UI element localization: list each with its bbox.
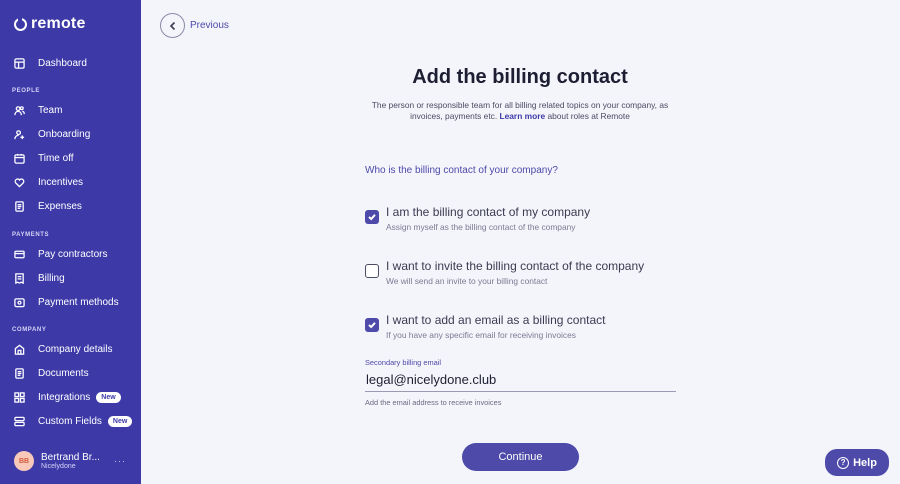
new-badge: New [96, 391, 121, 403]
card-icon [14, 249, 25, 260]
sidebar-item-label: Expenses [38, 200, 82, 212]
option-description: Assign myself as the billing contact of … [386, 222, 576, 232]
sidebar-item-label: Pay contractors [38, 248, 108, 260]
sidebar-item-expenses[interactable]: Expenses [0, 194, 141, 218]
remote-logo-icon [14, 16, 27, 31]
sidebar-item-time-off[interactable]: Time off [0, 146, 141, 170]
building-icon [14, 344, 25, 355]
check-icon [368, 322, 376, 329]
section-payments: PAYMENTS [12, 232, 50, 238]
sidebar-item-label: Time off [38, 152, 74, 164]
page-subtitle: The person or responsible team for all b… [363, 100, 677, 122]
logo-text: remote [31, 15, 86, 32]
heart-icon [14, 177, 25, 188]
sidebar-item-label: Company details [38, 343, 113, 355]
continue-button[interactable]: Continue [462, 443, 579, 471]
section-people: PEOPLE [12, 88, 40, 94]
sidebar-item-documents[interactable]: Documents [0, 361, 141, 385]
sidebar-item-label: Custom Fields [38, 415, 102, 427]
sidebar-item-label: Billing [38, 272, 65, 284]
document-icon [14, 200, 25, 212]
grid-icon [14, 391, 25, 403]
option-label: I want to add an email as a billing cont… [386, 313, 606, 327]
onboarding-icon [14, 129, 25, 140]
sidebar-item-label: Documents [38, 367, 89, 379]
secondary-email-label: Secondary billing email [365, 358, 441, 367]
user-profile[interactable]: BB Bertrand Br... Nicelydone ··· [0, 443, 141, 479]
profile-name: Bertrand Br... [41, 452, 100, 463]
sidebar-item-label: Integrations [38, 391, 91, 403]
page-title: Add the billing contact [412, 66, 628, 88]
previous-button[interactable] [160, 13, 185, 38]
calendar-icon [14, 153, 25, 164]
receipt-icon [14, 272, 25, 284]
fields-icon [14, 416, 25, 427]
help-button[interactable]: ? Help [825, 449, 889, 476]
sidebar-item-incentives[interactable]: Incentives [0, 170, 141, 194]
chevron-left-icon [169, 21, 175, 30]
sidebar-item-pay-contractors[interactable]: Pay contractors [0, 242, 141, 266]
sidebar-item-label: Dashboard [38, 57, 87, 69]
sidebar-item-onboarding[interactable]: Onboarding [0, 122, 141, 146]
checkbox-email[interactable] [365, 318, 379, 332]
section-company: COMPANY [12, 327, 47, 333]
sidebar-item-label: Payment methods [38, 296, 119, 308]
option-description: If you have any specific email for recei… [386, 330, 576, 340]
checkbox-self[interactable] [365, 210, 379, 224]
previous-link[interactable]: Previous [190, 20, 229, 31]
sidebar-item-label: Team [38, 104, 63, 116]
sidebar-item-label: Incentives [38, 176, 84, 188]
sidebar-item-dashboard[interactable]: Dashboard [0, 51, 141, 75]
question-icon: ? [837, 456, 850, 469]
billing-contact-question: Who is the billing contact of your compa… [365, 165, 558, 176]
option-label: I am the billing contact of my company [386, 205, 591, 219]
wallet-icon [14, 297, 25, 308]
sidebar: remote Dashboard PEOPLE Team Onboarding … [0, 0, 141, 484]
help-label: Help [853, 456, 877, 469]
sidebar-item-billing[interactable]: Billing [0, 266, 141, 290]
learn-more-link[interactable]: Learn more [500, 111, 546, 121]
secondary-email-field[interactable] [365, 368, 676, 392]
remote-logo[interactable]: remote [14, 15, 86, 33]
option-description: We will send an invite to your billing c… [386, 276, 548, 286]
team-icon [14, 105, 25, 116]
more-options-icon[interactable]: ··· [114, 456, 126, 466]
check-icon [368, 214, 376, 221]
sidebar-item-integrations[interactable]: Integrations New [0, 385, 141, 409]
document-icon [14, 367, 25, 379]
sidebar-item-label: Onboarding [38, 128, 91, 140]
profile-company: Nicelydone [41, 463, 76, 470]
sidebar-item-custom-fields[interactable]: Custom Fields New [0, 409, 141, 433]
avatar: BB [14, 451, 34, 471]
new-badge: New [107, 415, 133, 427]
checkbox-invite[interactable] [365, 264, 379, 278]
dashboard-icon [14, 57, 25, 69]
option-label: I want to invite the billing contact of … [386, 259, 645, 273]
subtitle-text-after: about roles at Remote [547, 111, 630, 121]
sidebar-item-team[interactable]: Team [0, 98, 141, 122]
sidebar-item-company-details[interactable]: Company details [0, 337, 141, 361]
sidebar-item-payment-methods[interactable]: Payment methods [0, 290, 141, 314]
profile-text: Bertrand Br... Nicelydone [41, 452, 105, 470]
secondary-email-help: Add the email address to receive invoice… [365, 398, 502, 407]
